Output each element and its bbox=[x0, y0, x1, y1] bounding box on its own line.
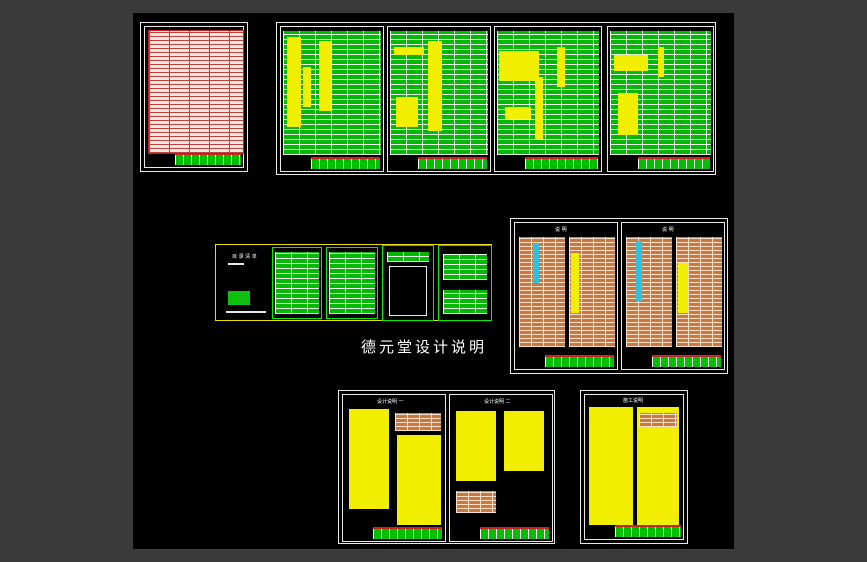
sheet-heading: 说 明 bbox=[555, 227, 567, 233]
canvas-title-label: 德元堂设计说明 bbox=[361, 338, 488, 356]
sheet-yellow-a[interactable]: 设计说明 一 bbox=[342, 394, 446, 542]
sheet-yellow-c[interactable]: 施工说明 bbox=[580, 390, 688, 544]
orange-table bbox=[519, 237, 565, 347]
sheet-green-4[interactable] bbox=[607, 26, 714, 172]
sheet-inner-frame bbox=[144, 26, 244, 168]
title-block bbox=[373, 527, 442, 539]
sheet-green-3[interactable] bbox=[494, 26, 602, 172]
text-block bbox=[396, 97, 418, 127]
green-table bbox=[443, 254, 487, 280]
sheet-orange-group[interactable]: 说 明 说 明 bbox=[510, 218, 728, 374]
text-block bbox=[571, 253, 579, 313]
table bbox=[395, 413, 441, 431]
table bbox=[456, 491, 496, 513]
text-block bbox=[428, 41, 442, 131]
title-block bbox=[638, 157, 710, 169]
title-block bbox=[652, 355, 721, 367]
text-block bbox=[589, 407, 633, 525]
title-block bbox=[525, 157, 598, 169]
text-block bbox=[394, 47, 424, 55]
sheet-orange-2[interactable]: 说 明 bbox=[621, 222, 725, 370]
highlight-block bbox=[636, 241, 642, 301]
orange-table bbox=[626, 237, 672, 347]
text-block bbox=[349, 409, 389, 509]
text-block bbox=[319, 41, 331, 111]
cad-model-space[interactable]: 目 录 清 单 德元堂设计说明 说 明 说 明 设计说明 一 设计说明 二 施工… bbox=[133, 13, 734, 549]
sheet-catalog-4[interactable] bbox=[382, 245, 434, 321]
text-block bbox=[504, 411, 544, 471]
text-block bbox=[226, 311, 266, 313]
sheet-catalog-2[interactable] bbox=[272, 247, 322, 319]
sheet-catalog-5[interactable] bbox=[438, 245, 492, 321]
index-table bbox=[148, 30, 244, 154]
sheet-heading: 施工说明 bbox=[623, 398, 644, 404]
sheet-heading: 设计说明 二 bbox=[484, 399, 511, 405]
highlight-block bbox=[533, 243, 539, 283]
sheet-orange-1[interactable]: 说 明 bbox=[514, 222, 618, 370]
title-block bbox=[480, 527, 549, 539]
green-table bbox=[329, 252, 375, 314]
text-block bbox=[614, 55, 648, 71]
sheet-yellow-b[interactable]: 设计说明 二 bbox=[449, 394, 553, 542]
text-block bbox=[678, 263, 688, 313]
empty-frame bbox=[389, 266, 427, 316]
title-block bbox=[615, 525, 681, 537]
title-block bbox=[545, 355, 614, 367]
text-block bbox=[557, 47, 565, 87]
text-block bbox=[397, 435, 441, 525]
text-block bbox=[228, 291, 250, 305]
title-block bbox=[175, 153, 241, 165]
sheet-catalog-3[interactable] bbox=[326, 247, 378, 319]
sheet-green-2[interactable] bbox=[387, 26, 491, 172]
text-block bbox=[618, 93, 638, 135]
sheet-green-1[interactable] bbox=[280, 26, 384, 172]
catalog-heading: 目 录 清 单 bbox=[232, 254, 257, 260]
text-block bbox=[505, 107, 531, 119]
text-block bbox=[228, 263, 244, 265]
sheet-heading: 说 明 bbox=[662, 227, 674, 233]
table bbox=[639, 413, 677, 427]
sheet-yellow-group[interactable]: 设计说明 一 设计说明 二 bbox=[338, 390, 555, 544]
text-block bbox=[499, 51, 539, 81]
title-block bbox=[311, 157, 380, 169]
text-block bbox=[303, 67, 311, 107]
text-block bbox=[535, 77, 543, 139]
text-block bbox=[658, 47, 664, 77]
sheet-catalog-group[interactable]: 目 录 清 单 bbox=[215, 244, 492, 321]
sheet-green-group[interactable] bbox=[276, 22, 716, 175]
title-block bbox=[418, 157, 487, 169]
sheet-drawing-index[interactable] bbox=[140, 22, 248, 172]
sheet-inner-frame: 施工说明 bbox=[584, 394, 684, 540]
green-table bbox=[443, 290, 487, 314]
sheet-heading: 设计说明 一 bbox=[377, 399, 404, 405]
text-block bbox=[287, 37, 301, 127]
text-block bbox=[456, 411, 496, 481]
green-table bbox=[387, 252, 429, 262]
green-table bbox=[275, 252, 319, 314]
green-table bbox=[497, 31, 599, 155]
